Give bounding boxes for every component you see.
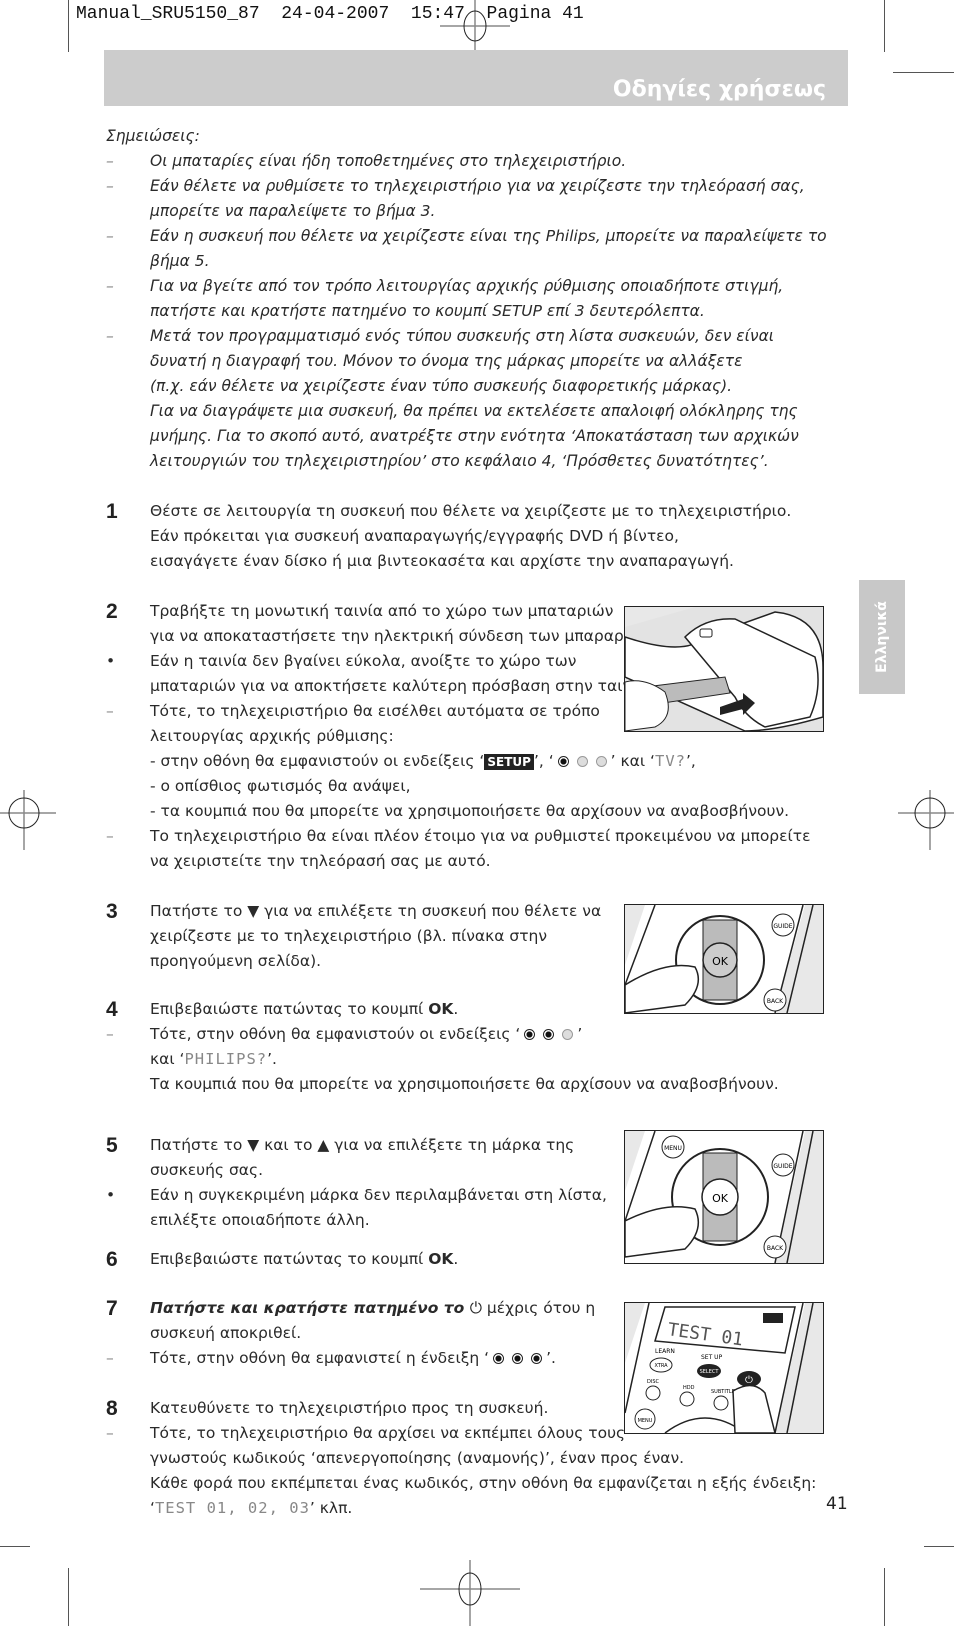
power-icon: ⏻ [469,1299,482,1317]
page-number: 41 [826,1494,848,1514]
indicator-dot [543,1029,555,1040]
power-button-icon: ⏻ [745,1375,753,1386]
step-number: 4 [106,998,118,1021]
step-number: 6 [106,1248,118,1271]
indicator-dot [576,756,588,767]
language-tab: Ελληνικά [859,580,905,694]
lcd-text: TEST 01, 02, 03 [154,1499,310,1517]
crop-mark [68,1568,69,1626]
crop-mark [924,1546,954,1547]
notes-section: Σημειώσεις: – Οι μπαταρίες είναι ήδη τοπ… [106,124,827,474]
indicator-dot [493,1353,505,1364]
crop-mark [884,0,885,52]
crop-mark [68,0,69,52]
indicator-dot [512,1353,524,1364]
step-number: 5 [106,1134,118,1157]
down-button-figure: OK GUIDE BACK [624,904,824,1014]
back-button-label: BACK [767,1245,784,1252]
step-5: 5 Πατήστε το ▼ και το ▲ για να επιλέξετε … [106,1134,607,1229]
remote-battery-illustration [625,607,823,731]
step-1: 1 Θέστε σε λειτουργία τη συσκευή που θέλε… [106,500,792,570]
setup-badge: SETUP [484,754,534,770]
indicator-dot [595,756,607,767]
down-arrow-icon: ▼ [247,1136,260,1154]
step-3: 3 Πατήστε το ▼ για να επιλέξετε τη συσκευ… [106,900,602,970]
indicator-dot [524,1029,536,1040]
remote-dpad-updown-illustration: OK MENU GUIDE BACK [625,1131,814,1263]
section-title: Οδηγίες χρήσεως [612,77,826,102]
step-6: 6 Επιβεβαιώστε πατώντας το κουμπί OK. [106,1248,459,1271]
print-date: 24-04-2007 [281,4,390,24]
step-number: 1 [106,500,118,523]
indicator-dot [562,1029,574,1040]
guide-button-label: GUIDE [773,1163,792,1170]
notes-heading: Σημειώσεις: [106,127,200,145]
indicator-dot [557,756,569,767]
registration-mark-left [0,790,56,850]
step-number: 3 [106,900,118,923]
ok-label: OK [428,1000,454,1018]
hdd-label: HDD [683,1385,695,1391]
crop-mark [0,1546,30,1547]
down-arrow-icon: ▼ [247,902,260,920]
lcd-text: PHILIPS? [184,1050,268,1068]
ok-button-label: OK [712,1192,729,1205]
step-number: 2 [106,600,118,623]
disc-label: DISC [647,1379,659,1385]
step-8: 8 Κατευθύνετε το τηλεχειριστήριο προς τη … [106,1397,817,1517]
crop-mark [884,1568,885,1626]
subtitle-label: SUBTITLE [711,1389,735,1395]
indicator-dot [531,1353,543,1364]
section-banner: Οδηγίες χρήσεως [104,50,848,106]
lcd-text: TV? [654,752,686,770]
remote-dpad-down-illustration: OK GUIDE BACK [625,905,814,1013]
setup-label: SET UP [701,1354,723,1361]
ok-label: OK [428,1250,454,1268]
battery-strip-figure [624,606,824,732]
up-arrow-icon: ▲ [317,1136,330,1154]
step-7: 7 Πατήστε και κρατήστε πατημένο το ⏻ μέχρ… [106,1297,596,1367]
print-file-name: Manual_SRU5150_87 [76,4,260,24]
step-number: 8 [106,1397,118,1420]
step-number: 7 [106,1297,118,1320]
select-label: SELECT [700,1369,720,1375]
menu-button-label: MENU [664,1145,682,1152]
registration-mark-bottom [420,1560,520,1626]
crop-mark [893,72,954,73]
ok-button-label: OK [712,955,729,968]
xtra-label: XTRA [654,1363,668,1369]
back-button-label: BACK [767,998,784,1005]
language-tab-label: Ελληνικά [874,601,890,673]
guide-button-label: GUIDE [773,923,792,930]
up-down-button-figure: OK MENU GUIDE BACK [624,1130,824,1264]
learn-label: LEARN [655,1348,675,1355]
registration-mark-right [898,790,954,850]
